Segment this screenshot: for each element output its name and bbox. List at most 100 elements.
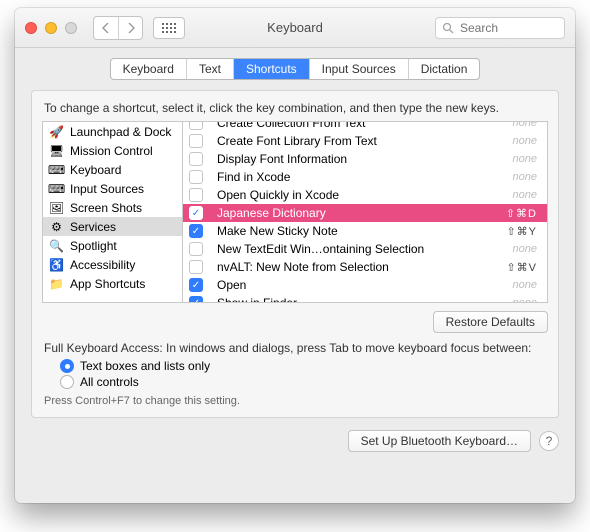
service-row[interactable]: New TextEdit Win…ontaining Selectionnone bbox=[183, 240, 547, 258]
sidebar-icon: 🚀 bbox=[49, 124, 64, 139]
sidebar-icon: 📁 bbox=[49, 276, 64, 291]
sidebar-item-keyboard[interactable]: ⌨Keyboard bbox=[43, 160, 182, 179]
search-input[interactable] bbox=[458, 20, 548, 36]
service-shortcut[interactable]: none bbox=[477, 135, 537, 147]
fka-option[interactable]: Text boxes and lists only bbox=[60, 359, 548, 373]
sidebar-item-services[interactable]: ⚙ Services bbox=[43, 217, 182, 236]
setup-bluetooth-button[interactable]: Set Up Bluetooth Keyboard… bbox=[348, 430, 531, 452]
service-row[interactable]: ✓ Make New Sticky Note⇧⌘Y bbox=[183, 222, 547, 240]
service-row[interactable]: Display Font Informationnone bbox=[183, 150, 547, 168]
tab-keyboard[interactable]: Keyboard bbox=[111, 59, 186, 79]
sidebar-icon: 🖼 bbox=[49, 200, 64, 215]
sidebar-item-screen-shots[interactable]: 🖼 Screen Shots bbox=[43, 198, 182, 217]
service-label: nvALT: New Note from Selection bbox=[217, 260, 477, 274]
search-field[interactable] bbox=[435, 17, 565, 39]
service-row[interactable]: Find in Xcodenone bbox=[183, 168, 547, 186]
sidebar-icon: ♿ bbox=[49, 257, 64, 272]
tab-bar: KeyboardTextShortcutsInput SourcesDictat… bbox=[110, 58, 481, 80]
show-all-button[interactable] bbox=[153, 17, 185, 39]
sidebar-icon: 🖥 bbox=[49, 143, 64, 158]
service-shortcut[interactable]: ⇧⌘D bbox=[477, 207, 537, 220]
service-checkbox[interactable] bbox=[189, 242, 203, 256]
service-shortcut[interactable]: ⇧⌘V bbox=[477, 261, 537, 274]
sidebar-item-launchpad-dock[interactable]: 🚀 Launchpad & Dock bbox=[43, 122, 182, 141]
close-button[interactable] bbox=[25, 22, 37, 34]
service-label: Make New Sticky Note bbox=[217, 224, 477, 238]
sidebar-item-label: Mission Control bbox=[70, 144, 153, 158]
sidebar-item-input-sources[interactable]: ⌨ Input Sources bbox=[43, 179, 182, 198]
service-row[interactable]: ✓Show in Findernone bbox=[183, 294, 547, 302]
service-row[interactable]: ✓ Japanese Dictionary⇧⌘D bbox=[183, 204, 547, 222]
sidebar-icon: ⌨ bbox=[49, 162, 64, 177]
minimize-button[interactable] bbox=[45, 22, 57, 34]
fka-option[interactable]: All controls bbox=[60, 375, 548, 389]
sidebar-icon: ⌨ bbox=[49, 181, 64, 196]
service-row[interactable]: ✓ Opennone bbox=[183, 276, 547, 294]
service-label: Find in Xcode bbox=[217, 170, 477, 184]
sidebar-icon: 🔍 bbox=[49, 238, 64, 253]
fka-description: Full Keyboard Access: In windows and dia… bbox=[44, 341, 546, 355]
search-icon bbox=[442, 22, 454, 34]
service-row[interactable]: Open Quickly in Xcodenone bbox=[183, 186, 547, 204]
service-shortcut[interactable]: none bbox=[477, 189, 537, 201]
help-button[interactable]: ? bbox=[539, 431, 559, 451]
sidebar-item-label: Launchpad & Dock bbox=[70, 125, 171, 139]
sidebar-item-label: App Shortcuts bbox=[70, 277, 145, 291]
service-checkbox[interactable]: ✓ bbox=[189, 278, 203, 292]
forward-button[interactable] bbox=[118, 17, 142, 39]
service-shortcut[interactable]: none bbox=[477, 243, 537, 255]
service-checkbox[interactable] bbox=[189, 152, 203, 166]
service-shortcut[interactable]: none bbox=[477, 122, 537, 129]
bottom-toolbar: Set Up Bluetooth Keyboard… ? bbox=[15, 428, 575, 464]
service-label: Display Font Information bbox=[217, 152, 477, 166]
service-checkbox[interactable] bbox=[189, 134, 203, 148]
service-checkbox[interactable] bbox=[189, 170, 203, 184]
tabs-row: KeyboardTextShortcutsInput SourcesDictat… bbox=[15, 48, 575, 84]
service-label: Japanese Dictionary bbox=[217, 206, 477, 220]
zoom-button[interactable] bbox=[65, 22, 77, 34]
service-checkbox[interactable] bbox=[189, 260, 203, 274]
radio-label: All controls bbox=[80, 375, 139, 389]
service-shortcut[interactable]: none bbox=[477, 153, 537, 165]
restore-defaults-button[interactable]: Restore Defaults bbox=[433, 311, 548, 333]
sidebar-item-spotlight[interactable]: 🔍 Spotlight bbox=[43, 236, 182, 255]
service-label: Create Collection From Text bbox=[217, 122, 477, 130]
sidebar-item-accessibility[interactable]: ♿ Accessibility bbox=[43, 255, 182, 274]
service-shortcut[interactable]: none bbox=[477, 297, 537, 302]
radio-button[interactable] bbox=[60, 375, 74, 389]
category-sidebar[interactable]: 🚀 Launchpad & Dock 🖥 Mission Control ⌨Keyboa… bbox=[43, 122, 183, 302]
service-shortcut[interactable]: ⇧⌘Y bbox=[477, 225, 537, 238]
sidebar-icon: ⚙ bbox=[49, 219, 64, 234]
service-checkbox[interactable]: ✓ bbox=[189, 296, 203, 302]
service-checkbox[interactable] bbox=[189, 188, 203, 202]
window-controls bbox=[25, 22, 77, 34]
service-shortcut[interactable]: none bbox=[477, 279, 537, 291]
service-checkbox[interactable]: ✓ bbox=[189, 206, 203, 220]
service-label: Open bbox=[217, 278, 477, 292]
back-button[interactable] bbox=[94, 17, 118, 39]
service-shortcut[interactable]: none bbox=[477, 171, 537, 183]
service-row[interactable]: Create Font Library From Textnone bbox=[183, 132, 547, 150]
sidebar-item-label: Services bbox=[70, 220, 116, 234]
service-row[interactable]: nvALT: New Note from Selection⇧⌘V bbox=[183, 258, 547, 276]
tab-input-sources[interactable]: Input Sources bbox=[309, 59, 408, 79]
nav-segment bbox=[93, 16, 143, 40]
shortcuts-panes: 🚀 Launchpad & Dock 🖥 Mission Control ⌨Keyboa… bbox=[42, 121, 548, 303]
sidebar-item-label: Accessibility bbox=[70, 258, 135, 272]
service-row[interactable]: Create Collection From Textnone bbox=[183, 122, 547, 132]
sidebar-item-mission-control[interactable]: 🖥 Mission Control bbox=[43, 141, 182, 160]
sidebar-item-label: Screen Shots bbox=[70, 201, 142, 215]
tab-text[interactable]: Text bbox=[186, 59, 233, 79]
sidebar-item-label: Input Sources bbox=[70, 182, 144, 196]
preferences-window: Keyboard KeyboardTextShortcutsInput Sour… bbox=[15, 8, 575, 503]
titlebar: Keyboard bbox=[15, 8, 575, 48]
sidebar-item-app-shortcuts[interactable]: 📁 App Shortcuts bbox=[43, 274, 182, 293]
service-label: Create Font Library From Text bbox=[217, 134, 477, 148]
tab-dictation[interactable]: Dictation bbox=[408, 59, 480, 79]
service-checkbox[interactable] bbox=[189, 122, 203, 130]
radio-button[interactable] bbox=[60, 359, 74, 373]
shortcut-list[interactable]: Create Collection From TextnoneCreate Fo… bbox=[183, 122, 547, 302]
sidebar-item-label: Spotlight bbox=[70, 239, 117, 253]
tab-shortcuts[interactable]: Shortcuts bbox=[233, 59, 309, 79]
service-checkbox[interactable]: ✓ bbox=[189, 224, 203, 238]
